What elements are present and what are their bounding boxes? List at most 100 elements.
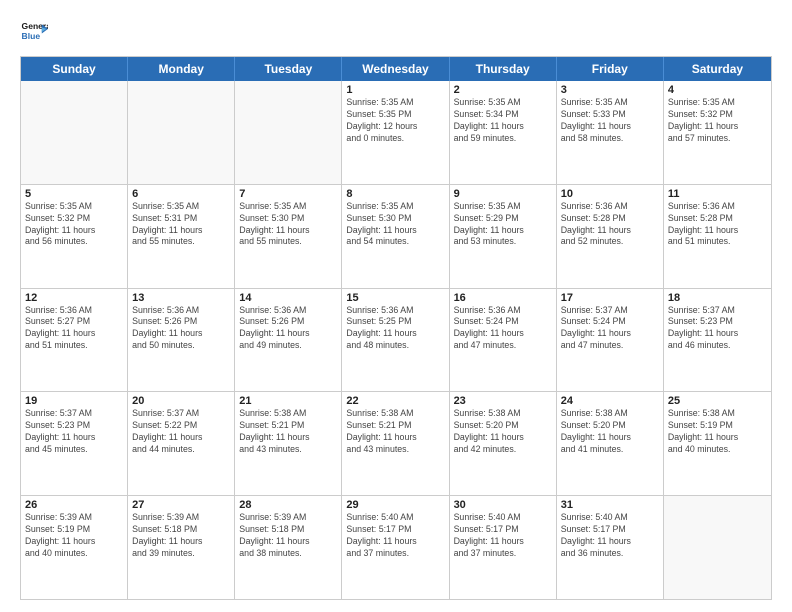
day-info: Sunrise: 5:37 AM Sunset: 5:23 PM Dayligh…	[668, 305, 767, 353]
calendar-cell: 21Sunrise: 5:38 AM Sunset: 5:21 PM Dayli…	[235, 392, 342, 495]
svg-text:Blue: Blue	[22, 31, 41, 41]
day-number: 16	[454, 292, 552, 304]
calendar-cell: 18Sunrise: 5:37 AM Sunset: 5:23 PM Dayli…	[664, 289, 771, 392]
calendar-cell: 20Sunrise: 5:37 AM Sunset: 5:22 PM Dayli…	[128, 392, 235, 495]
header-day-wednesday: Wednesday	[342, 57, 449, 81]
day-info: Sunrise: 5:36 AM Sunset: 5:27 PM Dayligh…	[25, 305, 123, 353]
header-day-thursday: Thursday	[450, 57, 557, 81]
calendar-cell: 1Sunrise: 5:35 AM Sunset: 5:35 PM Daylig…	[342, 81, 449, 184]
day-info: Sunrise: 5:36 AM Sunset: 5:25 PM Dayligh…	[346, 305, 444, 353]
calendar-cell: 13Sunrise: 5:36 AM Sunset: 5:26 PM Dayli…	[128, 289, 235, 392]
day-number: 18	[668, 292, 767, 304]
calendar-cell: 27Sunrise: 5:39 AM Sunset: 5:18 PM Dayli…	[128, 496, 235, 599]
calendar-header: SundayMondayTuesdayWednesdayThursdayFrid…	[21, 57, 771, 81]
day-number: 19	[25, 395, 123, 407]
day-info: Sunrise: 5:39 AM Sunset: 5:19 PM Dayligh…	[25, 512, 123, 560]
calendar-row-5: 26Sunrise: 5:39 AM Sunset: 5:19 PM Dayli…	[21, 495, 771, 599]
day-number: 14	[239, 292, 337, 304]
calendar-cell: 14Sunrise: 5:36 AM Sunset: 5:26 PM Dayli…	[235, 289, 342, 392]
calendar-cell: 11Sunrise: 5:36 AM Sunset: 5:28 PM Dayli…	[664, 185, 771, 288]
day-number: 15	[346, 292, 444, 304]
calendar-cell: 24Sunrise: 5:38 AM Sunset: 5:20 PM Dayli…	[557, 392, 664, 495]
calendar-cell: 31Sunrise: 5:40 AM Sunset: 5:17 PM Dayli…	[557, 496, 664, 599]
calendar-cell	[128, 81, 235, 184]
calendar-cell: 6Sunrise: 5:35 AM Sunset: 5:31 PM Daylig…	[128, 185, 235, 288]
calendar-cell: 28Sunrise: 5:39 AM Sunset: 5:18 PM Dayli…	[235, 496, 342, 599]
day-info: Sunrise: 5:35 AM Sunset: 5:34 PM Dayligh…	[454, 97, 552, 145]
calendar-cell: 2Sunrise: 5:35 AM Sunset: 5:34 PM Daylig…	[450, 81, 557, 184]
day-info: Sunrise: 5:38 AM Sunset: 5:19 PM Dayligh…	[668, 408, 767, 456]
calendar-cell: 4Sunrise: 5:35 AM Sunset: 5:32 PM Daylig…	[664, 81, 771, 184]
calendar-cell: 26Sunrise: 5:39 AM Sunset: 5:19 PM Dayli…	[21, 496, 128, 599]
day-number: 1	[346, 84, 444, 96]
day-number: 7	[239, 188, 337, 200]
calendar-row-1: 1Sunrise: 5:35 AM Sunset: 5:35 PM Daylig…	[21, 81, 771, 184]
day-number: 27	[132, 499, 230, 511]
calendar-cell: 8Sunrise: 5:35 AM Sunset: 5:30 PM Daylig…	[342, 185, 449, 288]
day-info: Sunrise: 5:37 AM Sunset: 5:24 PM Dayligh…	[561, 305, 659, 353]
day-info: Sunrise: 5:35 AM Sunset: 5:35 PM Dayligh…	[346, 97, 444, 145]
day-number: 9	[454, 188, 552, 200]
day-number: 26	[25, 499, 123, 511]
calendar-body: 1Sunrise: 5:35 AM Sunset: 5:35 PM Daylig…	[21, 81, 771, 599]
calendar-cell: 3Sunrise: 5:35 AM Sunset: 5:33 PM Daylig…	[557, 81, 664, 184]
day-number: 5	[25, 188, 123, 200]
day-info: Sunrise: 5:38 AM Sunset: 5:21 PM Dayligh…	[239, 408, 337, 456]
calendar-row-2: 5Sunrise: 5:35 AM Sunset: 5:32 PM Daylig…	[21, 184, 771, 288]
day-info: Sunrise: 5:35 AM Sunset: 5:32 PM Dayligh…	[668, 97, 767, 145]
day-number: 31	[561, 499, 659, 511]
calendar-cell	[21, 81, 128, 184]
day-info: Sunrise: 5:39 AM Sunset: 5:18 PM Dayligh…	[132, 512, 230, 560]
day-info: Sunrise: 5:36 AM Sunset: 5:28 PM Dayligh…	[668, 201, 767, 249]
calendar-cell: 10Sunrise: 5:36 AM Sunset: 5:28 PM Dayli…	[557, 185, 664, 288]
calendar-cell: 29Sunrise: 5:40 AM Sunset: 5:17 PM Dayli…	[342, 496, 449, 599]
day-number: 25	[668, 395, 767, 407]
day-number: 10	[561, 188, 659, 200]
day-info: Sunrise: 5:36 AM Sunset: 5:26 PM Dayligh…	[239, 305, 337, 353]
day-info: Sunrise: 5:37 AM Sunset: 5:23 PM Dayligh…	[25, 408, 123, 456]
day-number: 28	[239, 499, 337, 511]
calendar-cell: 12Sunrise: 5:36 AM Sunset: 5:27 PM Dayli…	[21, 289, 128, 392]
day-number: 3	[561, 84, 659, 96]
day-number: 12	[25, 292, 123, 304]
calendar-cell: 30Sunrise: 5:40 AM Sunset: 5:17 PM Dayli…	[450, 496, 557, 599]
day-info: Sunrise: 5:37 AM Sunset: 5:22 PM Dayligh…	[132, 408, 230, 456]
day-info: Sunrise: 5:38 AM Sunset: 5:20 PM Dayligh…	[561, 408, 659, 456]
day-number: 24	[561, 395, 659, 407]
calendar-cell: 17Sunrise: 5:37 AM Sunset: 5:24 PM Dayli…	[557, 289, 664, 392]
calendar-row-4: 19Sunrise: 5:37 AM Sunset: 5:23 PM Dayli…	[21, 391, 771, 495]
calendar: SundayMondayTuesdayWednesdayThursdayFrid…	[20, 56, 772, 600]
day-info: Sunrise: 5:38 AM Sunset: 5:21 PM Dayligh…	[346, 408, 444, 456]
header-day-sunday: Sunday	[21, 57, 128, 81]
day-info: Sunrise: 5:35 AM Sunset: 5:29 PM Dayligh…	[454, 201, 552, 249]
day-number: 17	[561, 292, 659, 304]
calendar-cell: 7Sunrise: 5:35 AM Sunset: 5:30 PM Daylig…	[235, 185, 342, 288]
calendar-cell: 23Sunrise: 5:38 AM Sunset: 5:20 PM Dayli…	[450, 392, 557, 495]
day-info: Sunrise: 5:36 AM Sunset: 5:28 PM Dayligh…	[561, 201, 659, 249]
day-info: Sunrise: 5:35 AM Sunset: 5:31 PM Dayligh…	[132, 201, 230, 249]
calendar-cell: 15Sunrise: 5:36 AM Sunset: 5:25 PM Dayli…	[342, 289, 449, 392]
calendar-cell	[235, 81, 342, 184]
day-info: Sunrise: 5:35 AM Sunset: 5:33 PM Dayligh…	[561, 97, 659, 145]
day-number: 22	[346, 395, 444, 407]
day-info: Sunrise: 5:35 AM Sunset: 5:30 PM Dayligh…	[239, 201, 337, 249]
day-number: 29	[346, 499, 444, 511]
day-number: 2	[454, 84, 552, 96]
calendar-cell: 5Sunrise: 5:35 AM Sunset: 5:32 PM Daylig…	[21, 185, 128, 288]
day-number: 20	[132, 395, 230, 407]
day-info: Sunrise: 5:35 AM Sunset: 5:30 PM Dayligh…	[346, 201, 444, 249]
calendar-cell	[664, 496, 771, 599]
header: General Blue	[20, 18, 772, 46]
day-number: 13	[132, 292, 230, 304]
logo-icon: General Blue	[20, 18, 48, 46]
calendar-cell: 25Sunrise: 5:38 AM Sunset: 5:19 PM Dayli…	[664, 392, 771, 495]
day-info: Sunrise: 5:38 AM Sunset: 5:20 PM Dayligh…	[454, 408, 552, 456]
day-info: Sunrise: 5:40 AM Sunset: 5:17 PM Dayligh…	[561, 512, 659, 560]
day-number: 6	[132, 188, 230, 200]
header-day-monday: Monday	[128, 57, 235, 81]
header-day-tuesday: Tuesday	[235, 57, 342, 81]
calendar-row-3: 12Sunrise: 5:36 AM Sunset: 5:27 PM Dayli…	[21, 288, 771, 392]
day-number: 11	[668, 188, 767, 200]
calendar-cell: 16Sunrise: 5:36 AM Sunset: 5:24 PM Dayli…	[450, 289, 557, 392]
header-day-saturday: Saturday	[664, 57, 771, 81]
